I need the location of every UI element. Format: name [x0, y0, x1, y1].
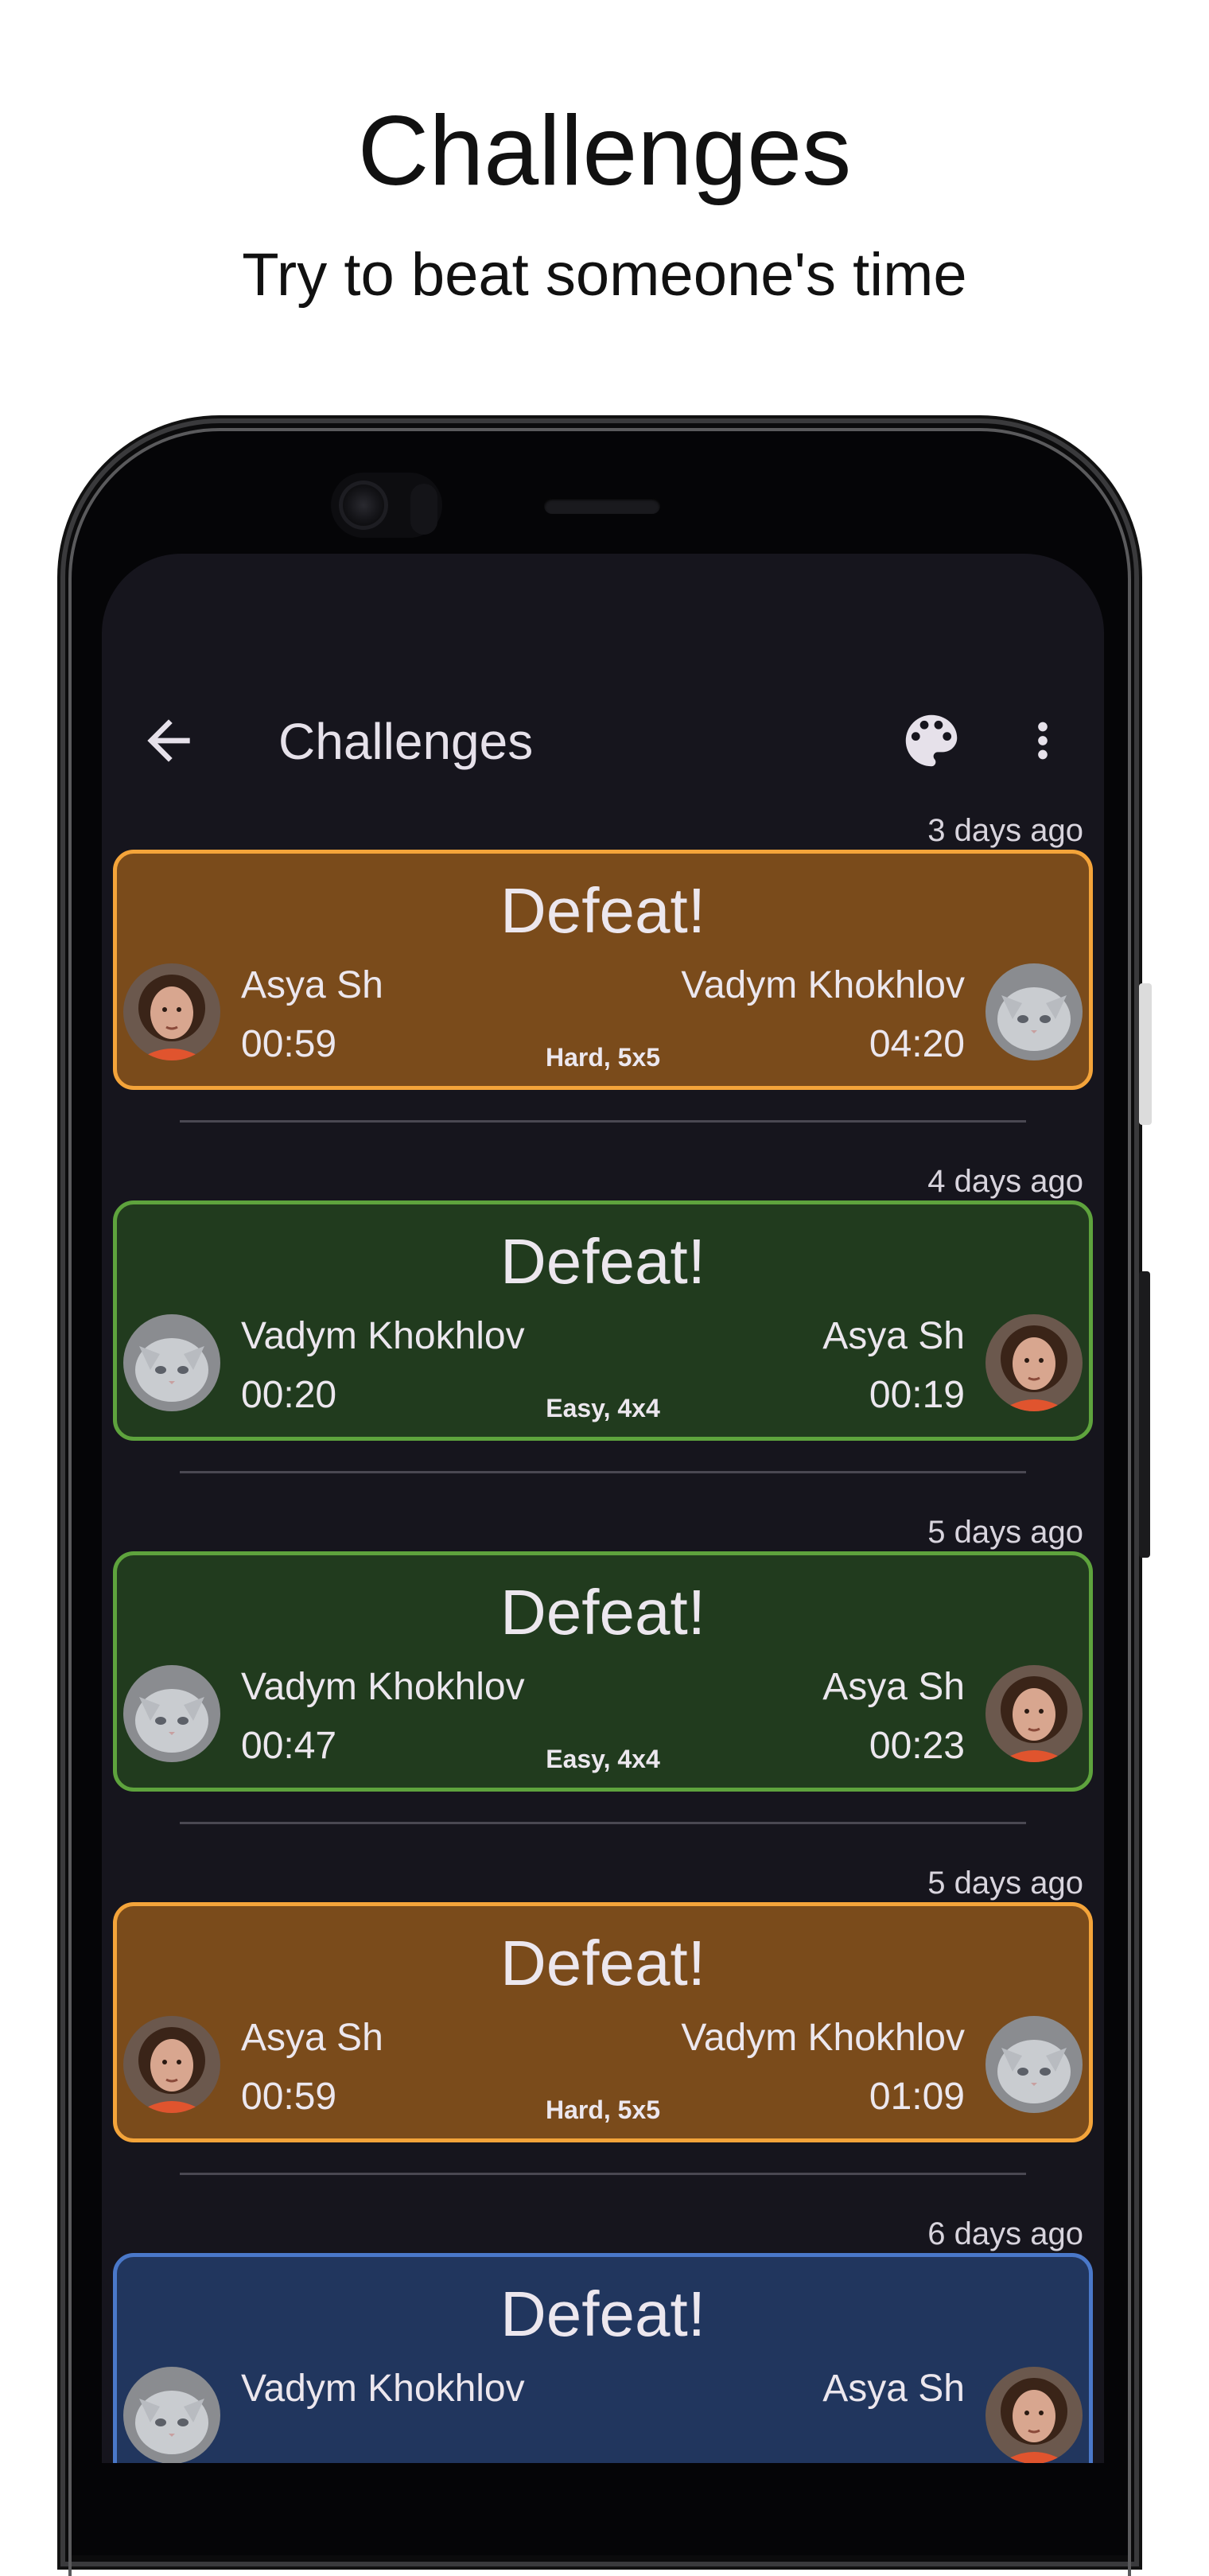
right-player-name: Asya Sh	[822, 1315, 965, 1357]
challenge-card[interactable]: Defeat! Asya Sh 00:59 Hard, 5x5 Vadym Kh…	[113, 850, 1093, 1090]
challenge-list[interactable]: 3 days ago Defeat! Asya Sh 00:59 Hard, 5…	[102, 792, 1104, 2463]
right-player-name: Vadym Khokhlov	[681, 2017, 965, 2059]
cat-avatar	[985, 963, 1083, 1060]
challenge-result: Defeat!	[500, 1928, 706, 1998]
left-player-name: Vadym Khokhlov	[241, 2368, 525, 2410]
right-player-time: 01:09	[869, 2076, 965, 2118]
right-player-time: 00:23	[869, 1725, 965, 1767]
phone-side-button-power	[1139, 983, 1152, 1125]
theme-palette-button[interactable]	[897, 706, 966, 775]
list-item: 6 days ago Defeat! Vadym Khokhlov Asya S…	[102, 2196, 1104, 2463]
list-item: 5 days ago Defeat! Vadym Khokhlov 00:47 …	[102, 1494, 1104, 1845]
divider	[180, 1822, 1026, 1824]
promo-subtitle: Try to beat someone's time	[242, 241, 967, 309]
left-player-name: Vadym Khokhlov	[241, 1666, 525, 1708]
left-player-name: Vadym Khokhlov	[241, 1315, 525, 1357]
arrow-back-icon	[147, 719, 190, 762]
app-screen: Challenges 3 days ago Defeat! Asya Sh 00…	[102, 554, 1104, 2463]
palette-icon	[905, 714, 958, 767]
promo-title: Challenges	[357, 96, 852, 206]
divider	[180, 1471, 1026, 1473]
challenge-date: 3 days ago	[927, 813, 1083, 848]
challenge-date: 4 days ago	[927, 1164, 1083, 1199]
proximity-sensor	[410, 484, 437, 535]
cat-avatar	[985, 2016, 1083, 2113]
challenge-date: 5 days ago	[927, 1866, 1083, 1901]
back-button[interactable]	[137, 709, 200, 772]
list-item: 4 days ago Defeat! Vadym Khokhlov 00:20 …	[102, 1143, 1104, 1494]
right-player-time: 04:20	[869, 1023, 965, 1065]
challenge-result: Defeat!	[500, 1226, 706, 1297]
challenge-card[interactable]: Defeat! Vadym Khokhlov 00:20 Easy, 4x4 A…	[113, 1200, 1093, 1441]
list-item: 3 days ago Defeat! Asya Sh 00:59 Hard, 5…	[102, 792, 1104, 1143]
challenge-result: Defeat!	[500, 875, 706, 946]
divider	[180, 2173, 1026, 2175]
challenge-result: Defeat!	[500, 2278, 706, 2349]
right-player-name: Asya Sh	[822, 2368, 965, 2410]
woman-avatar	[985, 1314, 1083, 1411]
left-player-name: Asya Sh	[241, 964, 383, 1006]
challenge-card[interactable]: Defeat! Vadym Khokhlov Asya Sh	[113, 2253, 1093, 2463]
left-player-name: Asya Sh	[241, 2017, 383, 2059]
earpiece-speaker	[544, 498, 660, 514]
divider	[180, 1120, 1026, 1123]
more-vert-icon	[1038, 722, 1048, 760]
cat-avatar	[123, 2367, 220, 2463]
woman-avatar	[985, 1665, 1083, 1762]
challenge-result: Defeat!	[500, 1577, 706, 1648]
right-player-name: Asya Sh	[822, 1666, 965, 1708]
page-title: Challenges	[278, 713, 534, 770]
more-options-button[interactable]	[1015, 706, 1071, 775]
challenge-card[interactable]: Defeat! Asya Sh 00:59 Hard, 5x5 Vadym Kh…	[113, 1902, 1093, 2142]
challenge-date: 6 days ago	[927, 2216, 1083, 2251]
phone-side-button-volume	[1139, 1271, 1150, 1558]
woman-avatar	[985, 2367, 1083, 2463]
challenge-card[interactable]: Defeat! Vadym Khokhlov 00:47 Easy, 4x4 A…	[113, 1551, 1093, 1792]
right-player-time: 00:19	[869, 1374, 965, 1416]
challenge-date: 5 days ago	[927, 1515, 1083, 1550]
front-camera	[339, 481, 388, 530]
right-player-name: Vadym Khokhlov	[681, 964, 965, 1006]
top-app-bar: Challenges	[102, 689, 1104, 792]
list-item: 5 days ago Defeat! Asya Sh 00:59 Hard, 5…	[102, 1845, 1104, 2196]
